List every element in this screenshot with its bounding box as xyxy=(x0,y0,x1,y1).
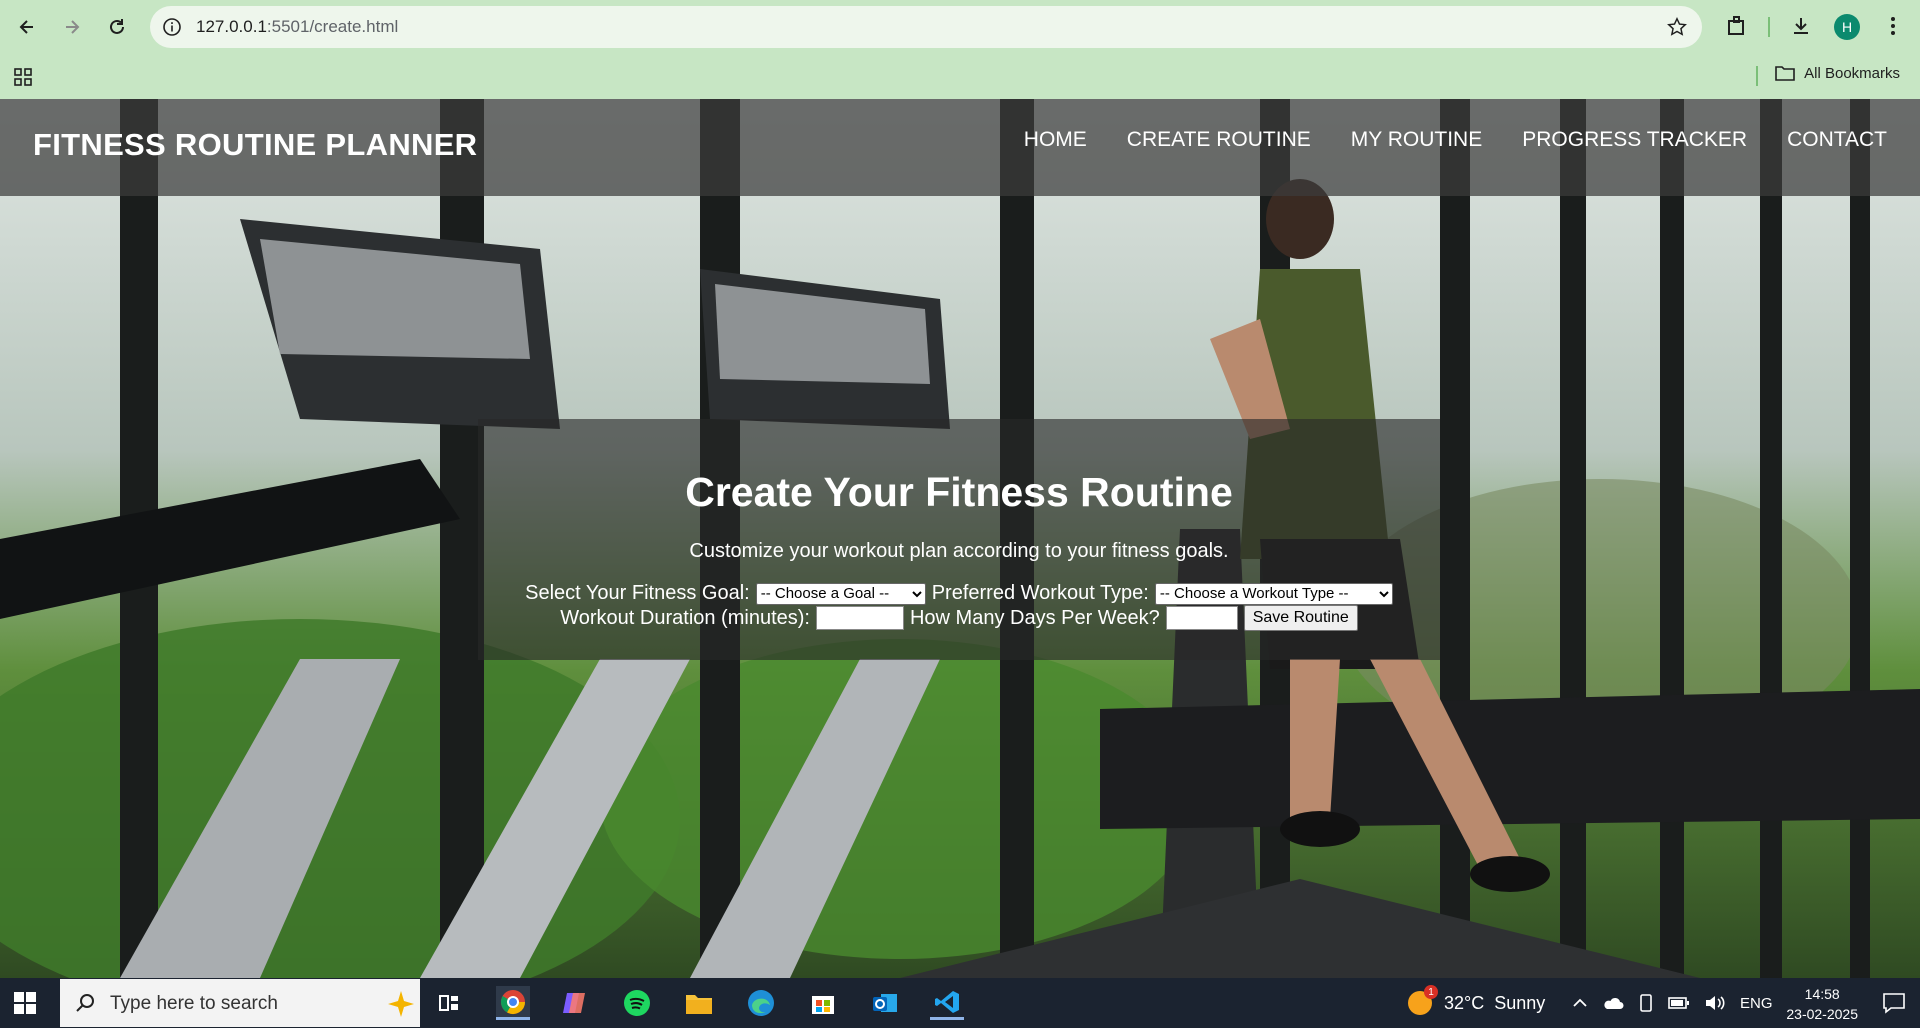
clock-date: 23-02-2025 xyxy=(1786,1006,1858,1022)
form-row-1: Select Your Fitness Goal: -- Choose a Go… xyxy=(478,582,1440,605)
spotify-taskbar-icon[interactable] xyxy=(620,986,654,1020)
workout-type-select[interactable]: -- Choose a Workout Type -- xyxy=(1154,582,1393,605)
language-indicator[interactable]: ENG xyxy=(1740,995,1773,1012)
url-path: :5501/create.html xyxy=(266,17,399,36)
clock-time: 14:58 xyxy=(1804,986,1840,1002)
phone-link-icon[interactable] xyxy=(1638,993,1654,1013)
goal-label: Select Your Fitness Goal: xyxy=(525,582,750,604)
days-label: How Many Days Per Week? xyxy=(909,606,1160,629)
page-body: FITNESS ROUTINE PLANNER HOME CREATE ROUT… xyxy=(0,99,1920,978)
form-row-2: Workout Duration (minutes): How Many Day… xyxy=(478,605,1440,631)
site-brand[interactable]: FITNESS ROUTINE PLANNER xyxy=(33,127,477,163)
browser-toolbar: 127.0.0.1:5501/create.html H xyxy=(0,0,1920,54)
bookmarks-bar: All Bookmarks xyxy=(0,54,1920,99)
toolbar-separator xyxy=(1768,17,1770,37)
nav-create-routine[interactable]: CREATE ROUTINE xyxy=(1127,128,1311,152)
url-text: 127.0.0.1:5501/create.html xyxy=(196,17,398,37)
forward-arrow-icon xyxy=(66,20,80,34)
battery-icon[interactable] xyxy=(1668,996,1690,1010)
url-host: 127.0.0.1 xyxy=(196,17,267,36)
forward-button[interactable] xyxy=(54,9,90,45)
back-arrow-icon xyxy=(19,20,33,34)
all-bookmarks-button[interactable]: All Bookmarks xyxy=(1774,64,1900,82)
duration-input[interactable] xyxy=(815,606,904,630)
search-placeholder: Type here to search xyxy=(110,993,278,1014)
microsoft-store-taskbar-icon[interactable] xyxy=(806,986,840,1020)
site-info-icon[interactable] xyxy=(162,17,182,37)
site-nav: HOME CREATE ROUTINE MY ROUTINE PROGRESS … xyxy=(1024,128,1887,152)
goal-select[interactable]: -- Choose a Goal -- xyxy=(755,582,926,605)
downloads-icon[interactable] xyxy=(1788,13,1814,39)
volume-icon[interactable] xyxy=(1704,994,1726,1012)
taskbar-search-box[interactable]: Type here to search xyxy=(60,979,420,1027)
create-routine-panel: Create Your Fitness Routine Customize yo… xyxy=(478,419,1440,660)
bookmarks-separator xyxy=(1756,66,1758,86)
copilot-taskbar-icon[interactable] xyxy=(558,986,592,1020)
onedrive-cloud-icon[interactable] xyxy=(1602,995,1624,1011)
weather-widget[interactable]: 1 32°C Sunny xyxy=(1408,978,1545,1028)
bookmark-star-icon[interactable] xyxy=(1666,16,1688,38)
notification-icon[interactable] xyxy=(1882,992,1906,1014)
weather-sun-icon: 1 xyxy=(1408,985,1438,1015)
days-input[interactable] xyxy=(1165,606,1238,630)
site-header: FITNESS ROUTINE PLANNER HOME CREATE ROUT… xyxy=(0,99,1920,196)
save-routine-button[interactable]: Save Routine xyxy=(1243,605,1358,631)
profile-avatar[interactable]: H xyxy=(1834,14,1860,40)
extensions-icon[interactable] xyxy=(1724,13,1750,39)
copilot-sparkle-icon xyxy=(388,991,414,1017)
address-bar[interactable]: 127.0.0.1:5501/create.html xyxy=(150,6,1702,48)
windows-start-icon[interactable] xyxy=(14,992,36,1014)
taskbar-clock[interactable]: 14:58 23-02-2025 xyxy=(1786,984,1858,1024)
vscode-taskbar-icon[interactable] xyxy=(930,986,964,1020)
apps-grid-icon[interactable] xyxy=(13,67,33,87)
nav-home[interactable]: HOME xyxy=(1024,128,1087,152)
all-bookmarks-label: All Bookmarks xyxy=(1804,64,1900,82)
duration-label: Workout Duration (minutes): xyxy=(560,606,810,629)
back-button[interactable] xyxy=(9,9,45,45)
page-subtitle: Customize your workout plan according to… xyxy=(689,540,1229,562)
nav-contact[interactable]: CONTACT xyxy=(1787,128,1887,152)
file-explorer-taskbar-icon[interactable] xyxy=(682,986,716,1020)
folder-icon xyxy=(1775,66,1795,81)
nav-my-routine[interactable]: MY ROUTINE xyxy=(1351,128,1482,152)
windows-taskbar: Type here to search 1 32°C Sunny ENG 14:… xyxy=(0,978,1920,1028)
weather-text: 32°C Sunny xyxy=(1444,992,1546,1013)
reload-button[interactable] xyxy=(99,9,135,45)
task-view-icon[interactable] xyxy=(432,986,466,1020)
reload-icon xyxy=(110,19,124,34)
workout-type-label: Preferred Workout Type: xyxy=(931,582,1149,604)
page-title: Create Your Fitness Routine xyxy=(685,469,1233,515)
chrome-taskbar-icon[interactable] xyxy=(496,986,530,1020)
outlook-taskbar-icon[interactable] xyxy=(868,986,902,1020)
weather-badge: 1 xyxy=(1424,985,1438,999)
search-icon xyxy=(76,994,94,1012)
edge-taskbar-icon[interactable] xyxy=(744,986,778,1020)
nav-progress-tracker[interactable]: PROGRESS TRACKER xyxy=(1522,128,1747,152)
chevron-up-icon[interactable] xyxy=(1572,995,1588,1011)
system-tray: ENG xyxy=(1572,978,1773,1028)
menu-kebab-icon[interactable] xyxy=(1880,13,1906,39)
